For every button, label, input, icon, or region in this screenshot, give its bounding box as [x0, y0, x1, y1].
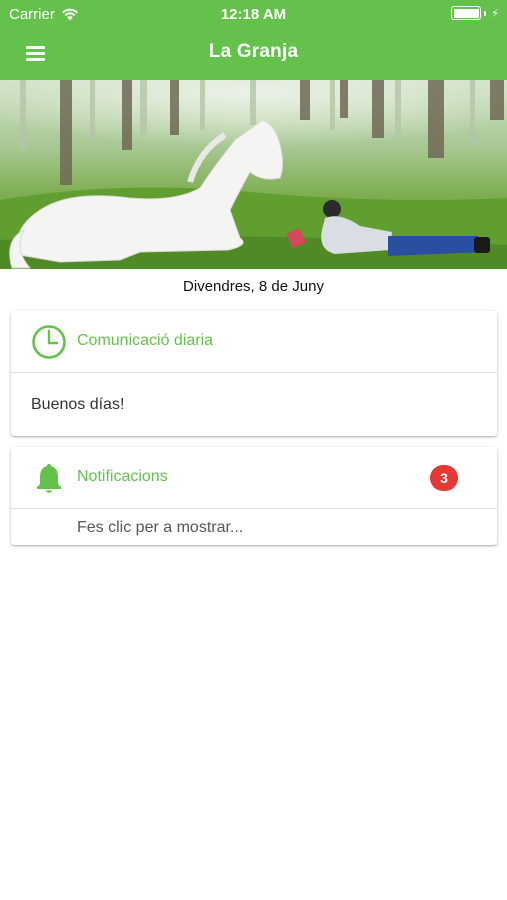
charging-bolt-icon: ⚡ [491, 7, 499, 20]
status-time: 12:18 AM [220, 6, 287, 23]
battery-indicator: ⚡ [451, 6, 499, 20]
page-title: La Granja [208, 41, 299, 62]
date-heading: Divendres, 8 de Juny [183, 278, 324, 295]
daily-message: Buenos días! [31, 396, 125, 413]
daily-communication-title: Comunicació diaria [77, 332, 214, 349]
notifications-title: Notificacions [77, 468, 168, 485]
daily-communication-header[interactable]: Comunicació diaria [11, 311, 497, 373]
navigation-bar: La Granja [0, 28, 507, 80]
clock-icon [32, 325, 66, 359]
notification-count-badge: 3 [430, 465, 458, 491]
show-notifications-link[interactable]: Fes clic per a mostrar... [77, 519, 243, 537]
status-bar: Carrier 12:18 AM ⚡ [0, 0, 507, 28]
bell-icon [37, 464, 61, 493]
notifications-card: Notificacions 3 Fes clic per a mostrar..… [11, 447, 497, 545]
notifications-header[interactable]: Notificacions 3 [11, 447, 497, 509]
battery-icon [451, 6, 482, 20]
daily-communication-card: Comunicació diaria Buenos días! [11, 311, 497, 436]
app-header: Carrier 12:18 AM ⚡ La Granja [0, 0, 507, 80]
hero-banner-image [0, 80, 507, 269]
